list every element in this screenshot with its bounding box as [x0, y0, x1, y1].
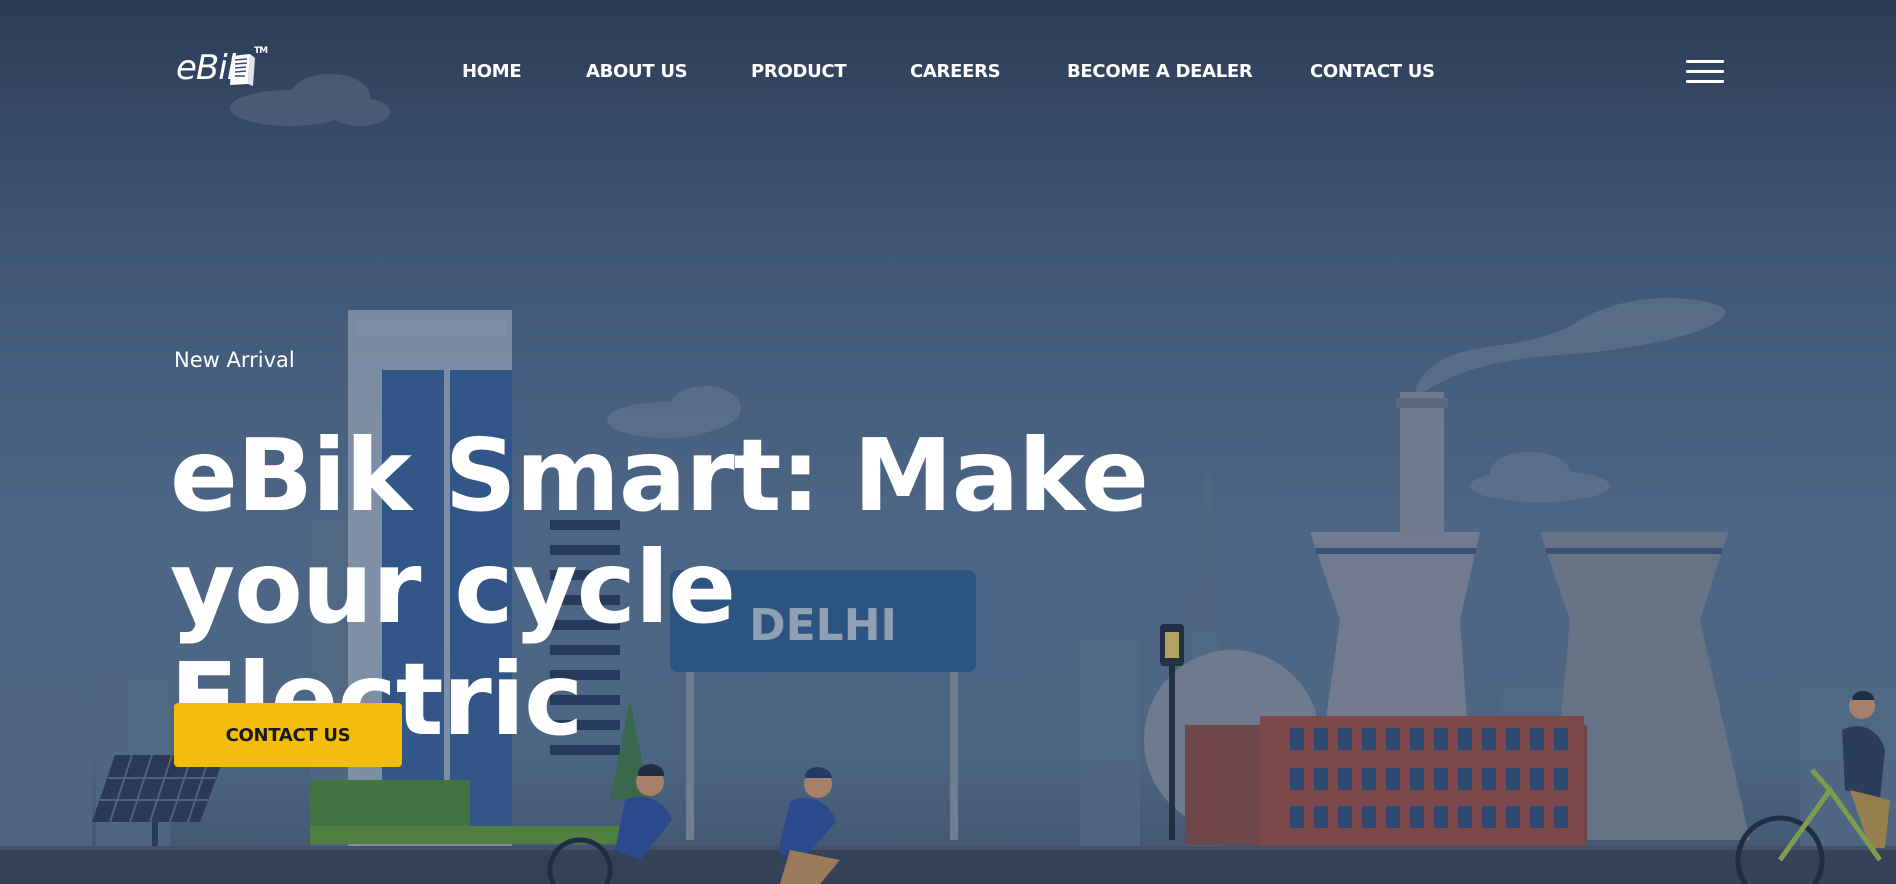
trademark-label: TM	[254, 46, 268, 56]
nav-contact-us[interactable]: CONTACT US	[1310, 61, 1435, 82]
headline-line-1: eBik Smart: Make	[170, 417, 1149, 534]
nav-become-a-dealer[interactable]: BECOME A DEALER	[1067, 61, 1253, 82]
nav-home[interactable]: HOME	[462, 61, 522, 82]
hero-section: DELHI eBik TM HOME ABOUT US PRODUCT CARE…	[0, 0, 1896, 884]
brand-logo[interactable]: eBik TM	[176, 46, 268, 88]
hamburger-icon[interactable]	[1686, 58, 1724, 86]
nav-careers[interactable]: CAREERS	[910, 61, 1001, 82]
hero-eyebrow: New Arrival	[174, 348, 295, 372]
nav-about-us[interactable]: ABOUT US	[586, 61, 688, 82]
nav-product[interactable]: PRODUCT	[751, 61, 847, 82]
contact-us-button[interactable]: CONTACT US	[174, 703, 402, 767]
book-logo-icon	[230, 54, 255, 86]
